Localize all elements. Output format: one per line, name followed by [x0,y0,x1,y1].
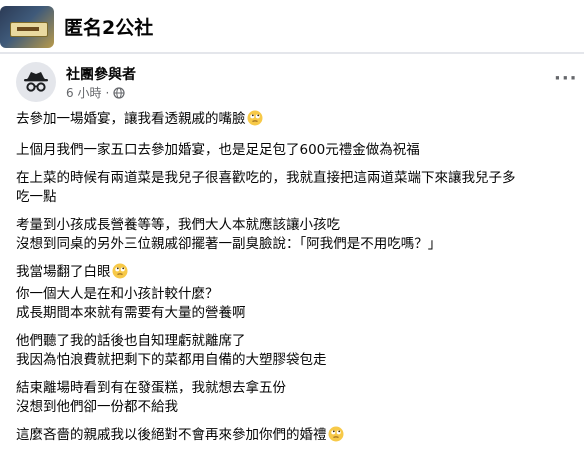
post-author[interactable]: 社團參與者 [66,64,136,84]
separator-dot: · [105,85,110,100]
post-timestamp[interactable]: 6 小時 [66,84,101,101]
post-paragraph: 去參加一場婚宴，讓我看透親戚的嘴臉 [16,110,576,132]
post-paragraph: 他們聽了我的話後也自知理虧就離席了 我因為怕浪費就把剩下的菜都用自備的大塑膠袋包走 [16,333,327,368]
rolling-eyes-emoji-icon [328,426,344,448]
post-paragraph: 我當場翻了白眼 你一個大人是在和小孩計較什麼？ 成長期間本來就有需要有大量的營養啊 [16,263,246,321]
rolling-eyes-emoji-icon [112,263,128,285]
more-options-button[interactable]: ··· [554,68,578,89]
post-paragraph: 考量到小孩成長營養等等，我們大人本就應該讓小孩吃 沒想到同桌的另外三位親戚卻擺著一… [16,217,442,252]
group-header: 匿名2公社 [0,0,584,52]
rolling-eyes-emoji-icon [247,110,263,132]
post-paragraph: 在上菜的時候有兩道菜是我兒子很喜歡吃的，我就直接把這兩道菜端下來讓我兒子多 吃一點 [16,170,516,205]
anonymous-member-icon [24,72,48,92]
group-name[interactable]: 匿名2公社 [64,13,153,40]
post-paragraph: 結束離場時看到有在發蛋糕，我就想去拿五份 沒想到他們卻一份都不給我 [16,380,286,415]
globe-icon [113,86,125,99]
post-paragraph: 這麼吝嗇的親戚我以後絕對不會再來參加你們的婚禮 [16,426,576,448]
anonymous-avatar[interactable] [16,62,56,102]
post-body: 去參加一場婚宴，讓我看透親戚的嘴臉 上個月我們一家五口去參加婚宴，也是足足包了6… [16,110,576,457]
group-cover-thumbnail[interactable] [0,6,54,48]
post-meta: 6 小時 · [66,84,125,101]
post-paragraph: 上個月我們一家五口去參加婚宴，也是足足包了600元禮金做為祝福 [16,142,420,158]
